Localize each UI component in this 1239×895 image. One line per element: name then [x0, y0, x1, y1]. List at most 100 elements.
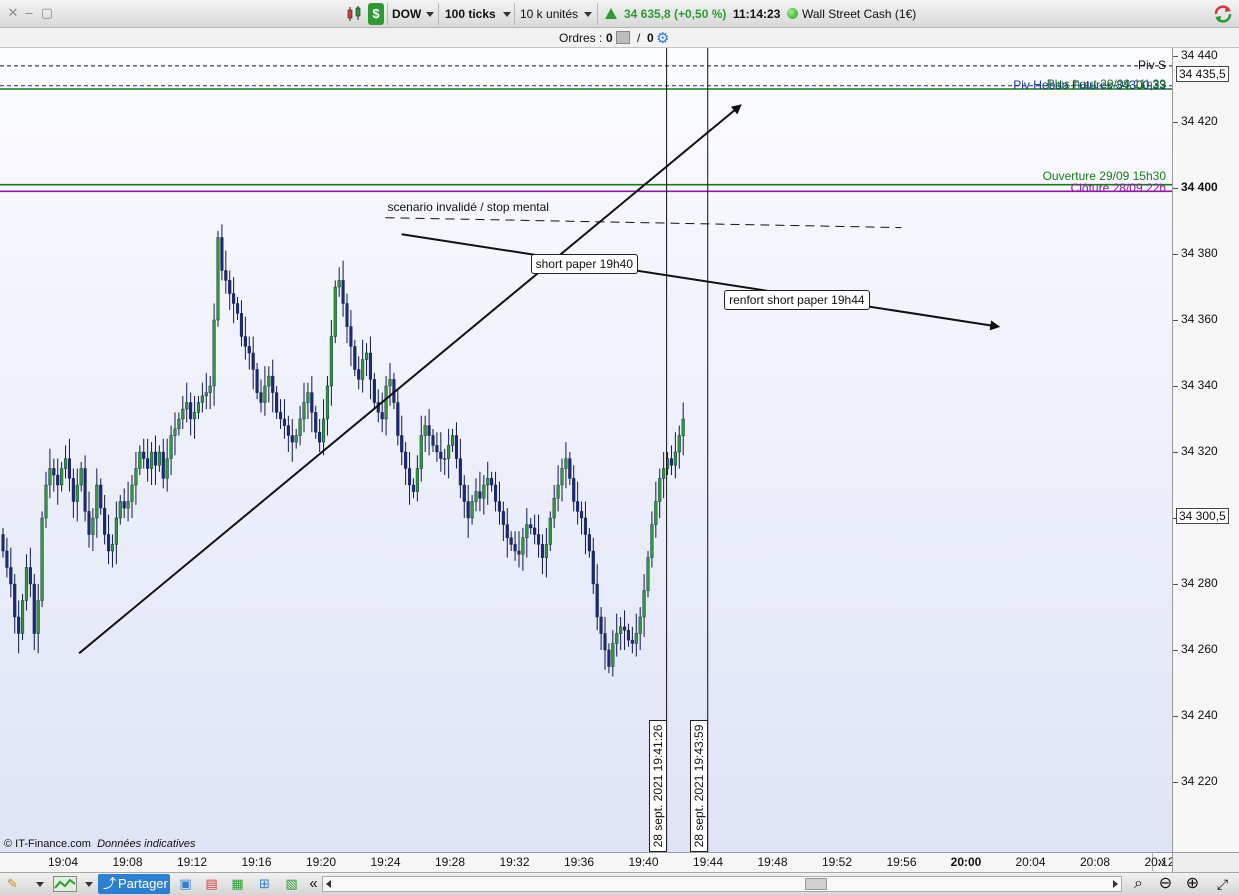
candle[interactable] [220, 224, 224, 281]
candle[interactable] [525, 508, 529, 558]
candle[interactable] [482, 475, 486, 515]
ticks-selector[interactable]: 100 ticks [445, 7, 496, 21]
candle[interactable] [435, 432, 439, 462]
candle[interactable] [228, 270, 232, 311]
candle[interactable] [56, 458, 60, 505]
scrollbar-thumb[interactable] [805, 878, 827, 890]
candle[interactable] [544, 527, 548, 578]
candle[interactable] [353, 339, 357, 377]
candle[interactable] [243, 316, 247, 360]
candle[interactable] [576, 481, 580, 525]
candle[interactable] [146, 438, 150, 482]
candle[interactable] [462, 475, 466, 518]
candle[interactable] [587, 527, 591, 558]
candle[interactable] [396, 389, 400, 446]
units-selector[interactable]: 10 k unités [520, 7, 578, 21]
price-chart[interactable] [0, 48, 1172, 852]
chevron-down-icon[interactable] [85, 882, 93, 887]
candle[interactable] [603, 617, 607, 670]
zoom-out-icon[interactable]: ⊖ [1157, 876, 1174, 892]
candle[interactable] [24, 554, 29, 611]
candle[interactable] [36, 584, 40, 654]
candle[interactable] [497, 481, 502, 525]
pencil-icon[interactable]: ✎ [4, 876, 21, 892]
candle[interactable] [427, 409, 431, 456]
candle[interactable] [71, 468, 75, 519]
candle[interactable] [349, 310, 353, 367]
share-button[interactable]: ⤴ Partager [98, 874, 170, 894]
candle[interactable] [380, 392, 384, 433]
candle[interactable] [44, 471, 48, 528]
candle[interactable] [153, 435, 158, 486]
dollar-alert-icon[interactable]: $ [368, 3, 384, 25]
candle[interactable] [357, 356, 361, 390]
candle[interactable] [278, 399, 283, 429]
candle[interactable] [454, 422, 459, 469]
candle[interactable] [169, 425, 173, 476]
candle[interactable] [450, 428, 455, 452]
candle[interactable] [407, 452, 412, 505]
candle[interactable] [165, 438, 169, 492]
candle[interactable] [439, 432, 443, 472]
chevron-down-icon[interactable] [36, 882, 44, 887]
candle[interactable] [505, 508, 509, 558]
candle[interactable] [286, 415, 290, 452]
candle[interactable] [626, 623, 631, 647]
gear-icon[interactable]: ⚙ [656, 29, 669, 47]
candle[interactable] [364, 343, 369, 377]
candle[interactable] [486, 461, 490, 505]
candle[interactable] [536, 514, 541, 558]
candle[interactable] [60, 461, 64, 492]
candle[interactable] [478, 471, 482, 512]
candlestick-chart-icon[interactable] [346, 5, 364, 23]
candle[interactable] [513, 531, 517, 561]
candle[interactable] [443, 448, 447, 476]
candle[interactable] [552, 485, 556, 528]
candle[interactable] [275, 386, 279, 419]
candle[interactable] [404, 442, 408, 485]
candle[interactable] [419, 415, 423, 482]
candle[interactable] [669, 445, 674, 476]
candle[interactable] [79, 461, 83, 492]
candle[interactable] [646, 551, 650, 598]
candle[interactable] [622, 610, 627, 650]
candle[interactable] [149, 442, 154, 485]
candle[interactable] [411, 478, 416, 499]
candle[interactable] [415, 455, 419, 502]
candle[interactable] [271, 359, 275, 413]
chevron-down-icon[interactable] [426, 12, 434, 17]
candle[interactable] [200, 382, 204, 413]
candle[interactable] [533, 514, 537, 545]
candle[interactable] [466, 485, 470, 538]
chevron-down-icon[interactable] [503, 12, 511, 17]
candle[interactable] [32, 574, 36, 650]
scroll-arrow-right-icon[interactable] [1113, 880, 1118, 888]
price-axis[interactable]: 34 22034 24034 26034 28034 30034 32034 3… [1172, 48, 1239, 852]
candle[interactable] [216, 230, 220, 327]
candle[interactable] [595, 564, 599, 631]
candle[interactable] [130, 475, 134, 518]
horizontal-scrollbar[interactable] [322, 876, 1122, 892]
note-box[interactable]: short paper 19h40 [530, 253, 639, 274]
candle[interactable] [67, 438, 72, 492]
candle[interactable] [321, 399, 326, 456]
fullscreen-icon[interactable]: ⤢ [1214, 876, 1231, 892]
candle[interactable] [91, 508, 95, 551]
candle[interactable] [431, 428, 435, 452]
candle[interactable] [126, 481, 130, 522]
candle[interactable] [654, 481, 658, 538]
candle[interactable] [583, 501, 588, 555]
candle[interactable] [290, 419, 294, 462]
candle[interactable] [681, 402, 685, 456]
candle[interactable] [470, 494, 474, 525]
candle[interactable] [447, 428, 451, 479]
candle[interactable] [611, 630, 615, 677]
candle[interactable] [638, 607, 642, 650]
candle[interactable] [134, 452, 138, 505]
candle[interactable] [28, 547, 32, 598]
candle[interactable] [372, 372, 376, 410]
candle[interactable] [302, 382, 306, 433]
candle[interactable] [634, 613, 638, 657]
candle[interactable] [40, 511, 44, 608]
zoom-fit-icon[interactable]: ⌕ [1130, 876, 1147, 892]
